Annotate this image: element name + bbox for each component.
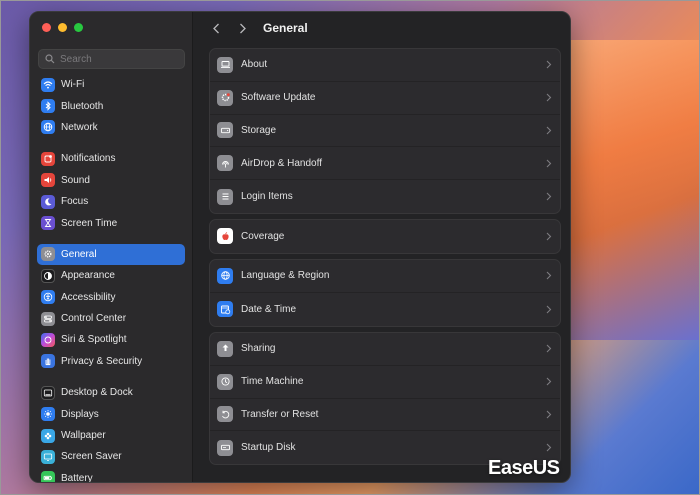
image-border <box>0 0 700 495</box>
